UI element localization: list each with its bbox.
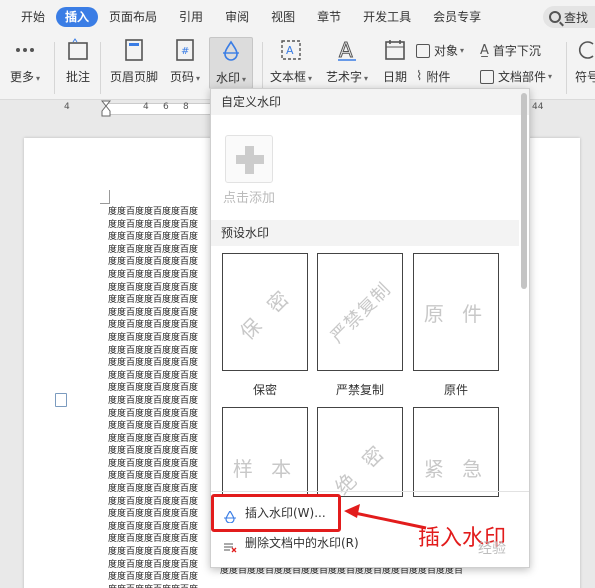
date-label: 日期 <box>382 70 407 84</box>
ribbon-separator <box>566 42 567 94</box>
margin-corner-mark <box>100 190 110 204</box>
page-number-button[interactable]: # 页码 ▾ <box>166 38 204 85</box>
watermark-preview-text: 保 密 <box>234 281 298 345</box>
scrollbar-thumb[interactable] <box>521 93 527 289</box>
delete-watermark-label: 删除文档中的水印(R) <box>245 536 359 550</box>
document-outline-icon[interactable] <box>55 393 67 407</box>
object-label: 对象 <box>434 44 459 58</box>
preset-watermark-header: 预设水印 <box>211 220 519 246</box>
preset-watermark-urgent[interactable]: 紧 急 <box>413 407 499 497</box>
tab-insert[interactable]: 插入 <box>56 7 99 27</box>
watermark-button[interactable]: 水印 ▾ <box>209 37 253 89</box>
ribbon-separator <box>262 42 263 94</box>
preset-watermark-no-copy[interactable]: 严禁复制 <box>317 253 403 371</box>
custom-watermark-header: 自定义水印 <box>211 89 529 115</box>
ruler-number: 8 <box>183 102 189 112</box>
svg-text:A: A <box>286 44 294 57</box>
watermark-label: 水印 <box>215 71 240 85</box>
dropcap-label: 首字下沉 <box>492 44 541 58</box>
more-button[interactable]: 更多 ▾ <box>6 38 44 85</box>
wordart-icon: A <box>335 38 359 63</box>
preset-watermark-original[interactable]: 原 件 <box>413 253 499 371</box>
dropcap-button[interactable]: A̲ 首字下沉 <box>480 42 541 59</box>
paperclip-icon: ⌇ <box>416 69 423 84</box>
ruler-number: 4 <box>143 102 149 112</box>
watermark-preview-text: 紧 急 <box>423 456 489 481</box>
textbox-label: 文本框 <box>269 70 306 84</box>
attachment-button[interactable]: ⌇ 附件 <box>416 68 450 85</box>
plus-icon-vertical <box>245 146 254 174</box>
calendar-icon <box>383 38 407 62</box>
delete-watermark-menu-item[interactable]: 删除文档中的水印(R) <box>215 531 359 555</box>
wordart-label: 艺术字 <box>325 70 362 84</box>
preset-label: 严禁复制 <box>335 383 384 397</box>
doc-parts-button[interactable]: 文档部件 ▾ <box>480 68 552 85</box>
highlight-box <box>211 494 341 532</box>
wps-writer-window: 开始 插入 页面布局 引用 审阅 视图 章节 开发工具 会员专享 查找 更多 ▾ … <box>0 0 595 588</box>
watermark-icon <box>219 39 243 63</box>
symbol-button[interactable]: 符号 <box>572 38 595 85</box>
tab-section[interactable]: 章节 <box>306 7 352 27</box>
symbol-label: 符号 <box>574 70 595 84</box>
tab-review[interactable]: 审阅 <box>214 7 260 27</box>
preset-label: 保密 <box>252 383 277 397</box>
dropdown-scrollbar[interactable] <box>521 93 527 473</box>
object-icon <box>416 43 430 58</box>
wordart-button[interactable]: A 艺术字 ▾ <box>324 38 370 85</box>
menu-bar: 开始 插入 页面布局 引用 审阅 视图 章节 开发工具 会员专享 查找 <box>0 0 595 34</box>
textbox-button[interactable]: A 文本框 ▾ <box>268 38 314 85</box>
object-button[interactable]: 对象 ▾ <box>416 42 464 59</box>
page-number-icon: # <box>173 38 197 62</box>
textbox-icon: A <box>279 38 303 62</box>
header-footer-label: 页眉页脚 <box>109 70 158 84</box>
delete-watermark-icon <box>223 537 237 553</box>
ribbon-separator <box>54 42 55 94</box>
watermark-preview-text: 严禁复制 <box>326 278 396 348</box>
add-custom-watermark-label[interactable]: 点击添加 <box>223 187 275 206</box>
date-button[interactable]: 日期 <box>380 38 410 85</box>
tab-references[interactable]: 引用 <box>168 7 214 27</box>
search-icon <box>549 11 561 23</box>
attachment-label: 附件 <box>426 70 451 84</box>
watermark-preview-text: 原 件 <box>423 301 489 326</box>
preset-watermark-confidential[interactable]: 保 密 <box>222 253 308 371</box>
ruler-number: 4 <box>64 102 70 112</box>
preset-watermark-sample[interactable]: 样 本 <box>222 407 308 497</box>
symbol-icon <box>575 38 595 62</box>
site-watermark: 经验 <box>478 541 506 557</box>
svg-text:A: A <box>339 38 353 62</box>
doc-parts-icon <box>480 69 494 84</box>
tab-view[interactable]: 视图 <box>260 7 306 27</box>
indent-marker-icon[interactable] <box>101 100 111 118</box>
more-dots-icon <box>13 38 37 62</box>
ruler-track <box>106 103 216 115</box>
svg-text:#: # <box>181 46 189 57</box>
dropcap-icon: A̲ <box>480 43 489 58</box>
header-footer-button[interactable]: 页眉页脚 <box>106 38 162 85</box>
more-label: 更多 <box>9 70 34 84</box>
watermark-preview-text: 绝 密 <box>329 436 393 497</box>
comment-icon <box>66 38 90 62</box>
tab-page-layout[interactable]: 页面布局 <box>98 7 168 27</box>
preset-label: 原件 <box>443 383 468 397</box>
page-number-label: 页码 <box>169 70 194 84</box>
comment-label: 批注 <box>65 70 90 84</box>
ruler-number: 6 <box>163 102 169 112</box>
preset-watermark-top-secret[interactable]: 绝 密 <box>317 407 403 497</box>
doc-parts-label: 文档部件 <box>498 70 547 84</box>
search-button[interactable]: 查找 <box>543 6 595 28</box>
add-custom-watermark-button[interactable] <box>225 135 273 183</box>
ribbon-separator <box>100 42 101 94</box>
tab-member[interactable]: 会员专享 <box>422 7 492 27</box>
ruler-number: 44 <box>532 102 544 112</box>
watermark-preview-text: 样 本 <box>232 456 298 481</box>
header-footer-icon <box>122 38 146 62</box>
search-label: 查找 <box>564 10 589 25</box>
annotation-arrow-icon <box>344 504 427 530</box>
tab-developer[interactable]: 开发工具 <box>352 7 422 27</box>
comment-button[interactable]: 批注 <box>60 38 96 85</box>
watermark-dropdown: 自定义水印 点击添加 预设水印 保 密 保密 严禁复制 严禁复制 原 件 原件 … <box>210 88 530 568</box>
tab-home[interactable]: 开始 <box>10 7 56 27</box>
menu-divider <box>211 491 529 492</box>
